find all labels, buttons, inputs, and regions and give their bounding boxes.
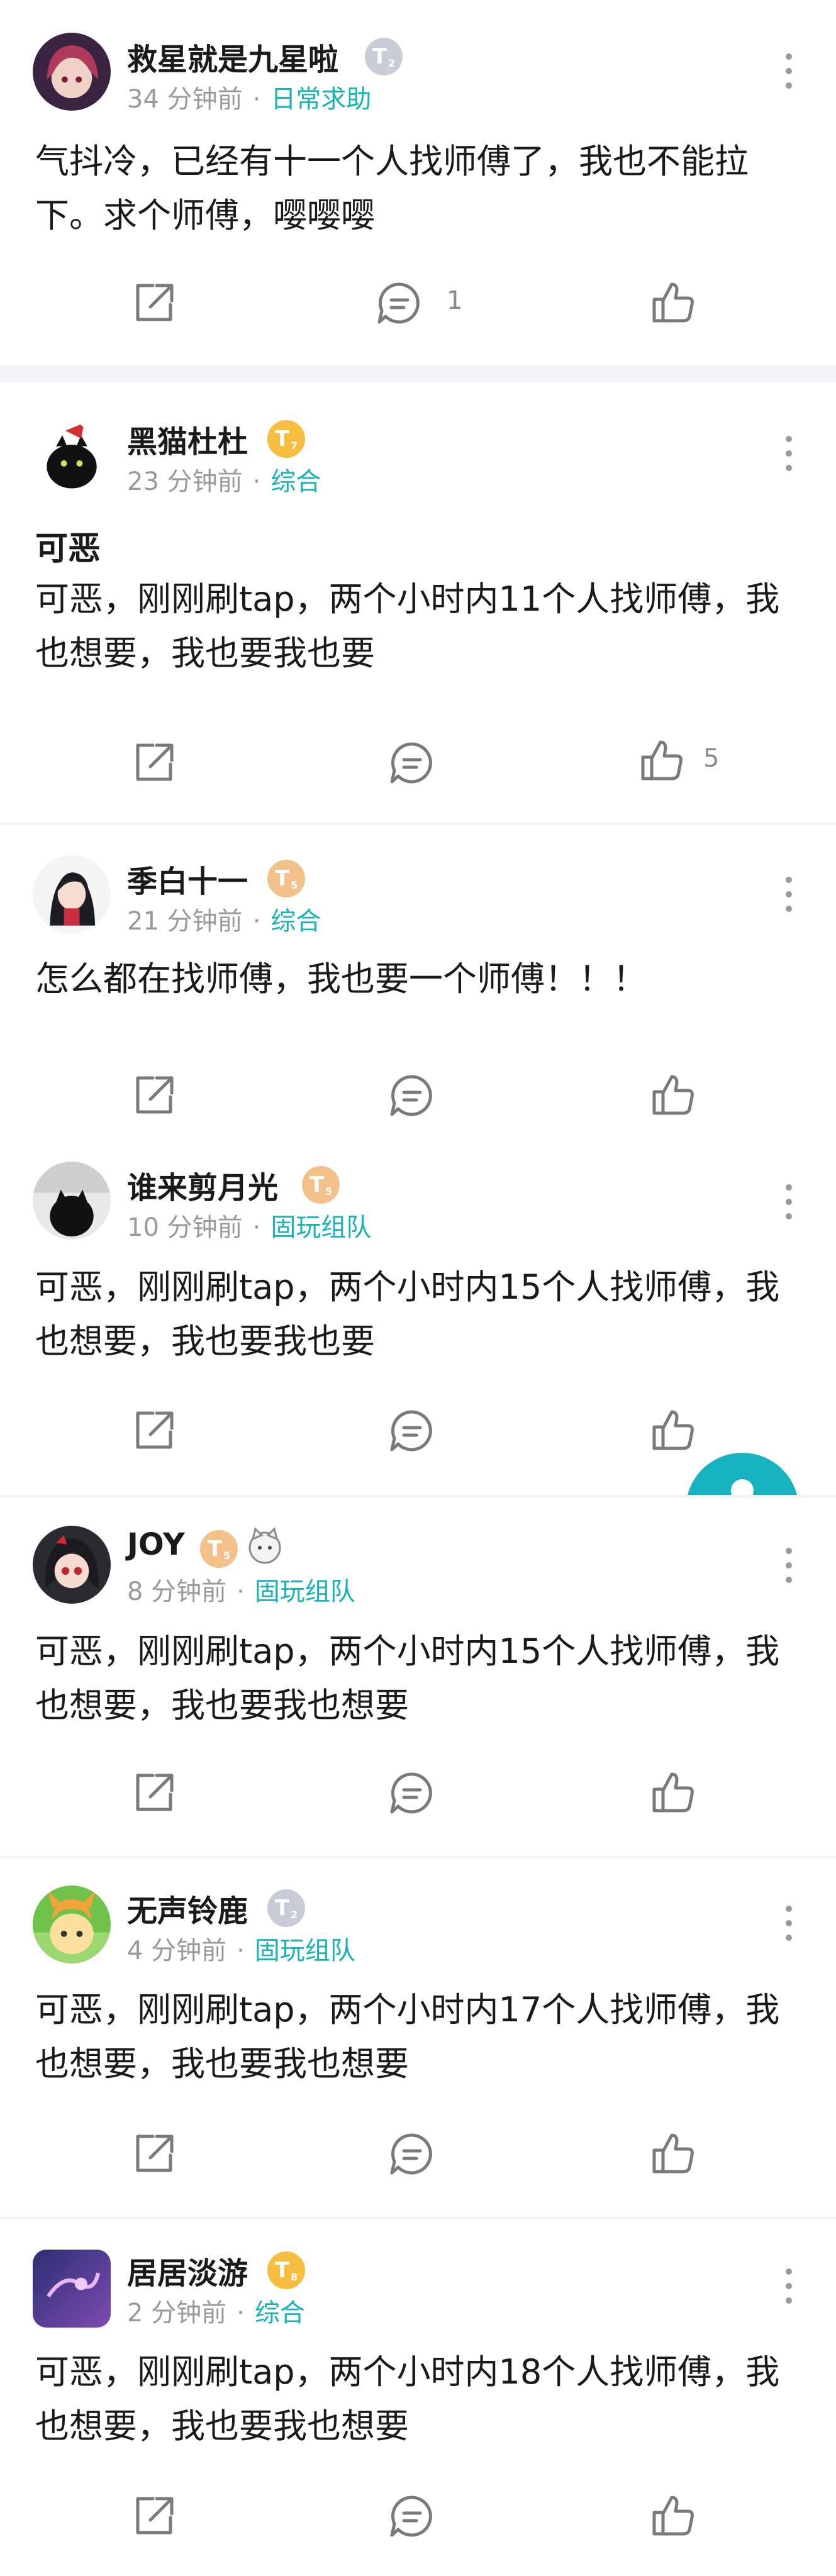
meta-dot: · bbox=[237, 1577, 245, 1606]
more-vertical-icon[interactable] bbox=[786, 1184, 793, 1222]
avatar[interactable] bbox=[33, 1162, 111, 1240]
section-separator bbox=[0, 365, 836, 382]
meta-dot: · bbox=[252, 1213, 261, 1242]
username[interactable]: 黑猫杜杜 bbox=[127, 417, 248, 461]
cat-sticker-icon bbox=[244, 1525, 286, 1567]
post-category-tag[interactable]: 日常求助 bbox=[270, 85, 371, 114]
post-meta: 2 分钟前 · 综合 bbox=[127, 2292, 305, 2329]
meta-dot: · bbox=[252, 467, 261, 496]
post-card[interactable]: 无声铃鹿 T2 4 分钟前 · 固玩组队 可恶，刚刚刷tap，两个小时内17个人找师… bbox=[0, 1858, 836, 2217]
post-card[interactable]: 季白十一 T5 21 分钟前 · 综合 怎么都在找师傅，我也要一个师傅！！！ bbox=[0, 825, 836, 1143]
meta-dot: · bbox=[237, 1936, 245, 1965]
level-badge: T2 bbox=[267, 1889, 305, 1927]
username[interactable]: JOY bbox=[127, 1527, 185, 1562]
thumbs-up-icon[interactable] bbox=[648, 1406, 698, 1456]
post-category-tag[interactable]: 固玩组队 bbox=[255, 1936, 355, 1965]
more-vertical-icon[interactable] bbox=[786, 2268, 793, 2306]
post-time: 10 分钟前 bbox=[127, 1213, 243, 1242]
level-badge: T2 bbox=[365, 38, 403, 75]
post-card[interactable]: 谁来剪月光 T5 10 分钟前 · 固玩组队 可恶，刚刚刷tap，两个小时内15个人… bbox=[0, 1143, 836, 1495]
thumbs-up-icon[interactable] bbox=[637, 736, 687, 786]
post-body: 可恶，刚刚刷tap，两个小时内18个人找师傅，我也想要，我也要我也想要 bbox=[35, 2352, 780, 2446]
post-meta: 10 分钟前 · 固玩组队 bbox=[127, 1207, 371, 1243]
post-body: 可恶，刚刚刷tap，两个小时内15个人找师傅，我也想要，我也要我也要 bbox=[35, 1267, 780, 1361]
like-count: 5 bbox=[703, 744, 720, 773]
comment-icon[interactable] bbox=[387, 1070, 437, 1121]
post-time: 23 分钟前 bbox=[127, 467, 243, 496]
comment-icon[interactable] bbox=[387, 1406, 437, 1456]
meta-dot: · bbox=[237, 2299, 245, 2328]
avatar[interactable] bbox=[33, 415, 111, 493]
post-time: 34 分钟前 bbox=[127, 85, 243, 114]
post-category-tag[interactable]: 综合 bbox=[255, 2299, 305, 2328]
avatar[interactable] bbox=[33, 1885, 111, 1963]
username[interactable]: 居居淡游 bbox=[127, 2248, 248, 2292]
post-body: 怎么都在找师傅，我也要一个师傅！！！ bbox=[35, 959, 647, 999]
post-title: 可恶 bbox=[35, 530, 101, 568]
share-icon[interactable] bbox=[129, 738, 179, 788]
post-category-tag[interactable]: 综合 bbox=[270, 467, 321, 496]
username[interactable]: 谁来剪月光 bbox=[127, 1163, 278, 1207]
post-meta: 21 分钟前 · 综合 bbox=[127, 901, 321, 937]
more-vertical-icon[interactable] bbox=[786, 877, 793, 914]
more-vertical-icon[interactable] bbox=[786, 436, 793, 474]
thumbs-up-icon[interactable] bbox=[648, 2129, 698, 2179]
more-vertical-icon[interactable] bbox=[786, 1548, 793, 1585]
level-badge: T5 bbox=[267, 860, 305, 897]
post-meta: 23 分钟前 · 综合 bbox=[127, 461, 321, 497]
comment-icon[interactable] bbox=[387, 2129, 437, 2179]
share-icon[interactable] bbox=[129, 1070, 179, 1121]
post-category-tag[interactable]: 综合 bbox=[270, 907, 321, 936]
comment-icon[interactable] bbox=[387, 738, 437, 788]
post-meta: 34 分钟前 · 日常求助 bbox=[127, 79, 371, 115]
thumbs-up-icon[interactable] bbox=[648, 1768, 698, 1818]
comment-icon[interactable] bbox=[374, 278, 425, 328]
comment-icon[interactable] bbox=[387, 1768, 437, 1818]
post-category-tag[interactable]: 固玩组队 bbox=[255, 1577, 355, 1606]
post-body: 可恶，刚刚刷tap，两个小时内17个人找师傅，我也想要，我也要我也想要 bbox=[35, 1990, 780, 2084]
share-icon[interactable] bbox=[129, 2491, 179, 2541]
comment-icon[interactable] bbox=[387, 2491, 437, 2541]
share-icon[interactable] bbox=[129, 278, 179, 328]
share-icon[interactable] bbox=[129, 2129, 179, 2179]
more-vertical-icon[interactable] bbox=[786, 53, 793, 91]
post-card[interactable]: 居居淡游 T8 2 分钟前 · 综合 可恶，刚刚刷tap，两个小时内18个人找师傅，… bbox=[0, 2219, 836, 2576]
avatar[interactable] bbox=[33, 2250, 111, 2328]
share-icon[interactable] bbox=[129, 1768, 179, 1818]
post-body: 气抖冷，已经有十一个人找师傅了，我也不能拉下。求个师傅，嘤嘤嘤 bbox=[35, 142, 749, 235]
post-meta: 8 分钟前 · 固玩组队 bbox=[127, 1571, 355, 1607]
username[interactable]: 季白十一 bbox=[127, 857, 248, 901]
comment-count: 1 bbox=[447, 286, 463, 315]
post-time: 4 分钟前 bbox=[127, 1936, 227, 1965]
post-card[interactable]: JOY T5 8 分钟前 · 固玩组队 可恶，刚刚刷tap，两个小时内15个人找师傅… bbox=[0, 1497, 836, 1856]
post-time: 8 分钟前 bbox=[127, 1577, 227, 1606]
share-icon[interactable] bbox=[129, 1406, 179, 1456]
post-time: 2 分钟前 bbox=[127, 2299, 227, 2328]
avatar[interactable] bbox=[33, 1526, 111, 1604]
username[interactable]: 救星就是九星啦 bbox=[127, 35, 338, 79]
level-badge: T5 bbox=[200, 1530, 238, 1568]
username[interactable]: 无声铃鹿 bbox=[127, 1886, 248, 1930]
level-badge: T7 bbox=[267, 420, 305, 458]
avatar[interactable] bbox=[33, 33, 111, 111]
post-card[interactable]: 救星就是九星啦 T2 34 分钟前 · 日常求助 气抖冷，已经有十一个人找师傅了，我… bbox=[0, 0, 836, 365]
post-time: 21 分钟前 bbox=[127, 907, 243, 936]
avatar[interactable] bbox=[33, 855, 111, 933]
meta-dot: · bbox=[252, 907, 261, 936]
post-meta: 4 分钟前 · 固玩组队 bbox=[127, 1930, 355, 1967]
post-category-tag[interactable]: 固玩组队 bbox=[270, 1213, 371, 1242]
thumbs-up-icon[interactable] bbox=[648, 1070, 698, 1121]
thumbs-up-icon[interactable] bbox=[648, 278, 698, 328]
meta-dot: · bbox=[252, 85, 261, 114]
post-card[interactable]: 黑猫杜杜 T7 23 分钟前 · 综合 可恶 可恶，刚刚刷tap，两个小时内11个人… bbox=[0, 382, 836, 823]
level-badge: T8 bbox=[267, 2251, 305, 2289]
more-vertical-icon[interactable] bbox=[786, 1906, 793, 1943]
post-body: 可恶，刚刚刷tap，两个小时内11个人找师傅，我也想要，我也要我也要 bbox=[35, 579, 780, 673]
thumbs-up-icon[interactable] bbox=[648, 2491, 698, 2541]
post-body: 可恶，刚刚刷tap，两个小时内15个人找师傅，我也想要，我也要我也想要 bbox=[35, 1631, 780, 1725]
level-badge: T5 bbox=[302, 1166, 340, 1204]
